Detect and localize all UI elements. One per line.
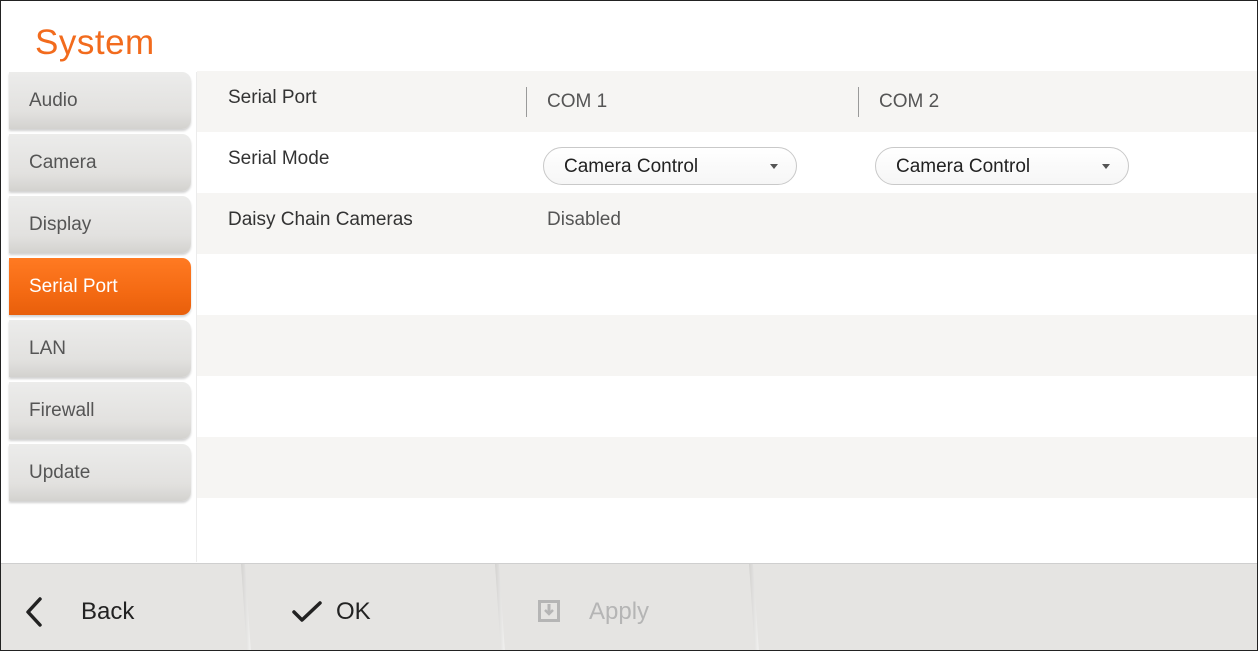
system-settings-window: System Audio Camera Display Serial Port …	[0, 0, 1258, 651]
apply-icon	[538, 600, 560, 622]
sidebar-item-serial-port[interactable]: Serial Port	[9, 258, 191, 315]
sidebar-item-label: Audio	[29, 90, 78, 111]
sidebar-item-label: Firewall	[29, 400, 95, 421]
back-button[interactable]: Back	[1, 564, 251, 650]
com1-serial-mode-value: Camera Control	[564, 156, 699, 177]
sidebar-item-label: Display	[29, 214, 92, 235]
sidebar-item-camera[interactable]: Camera	[9, 134, 191, 191]
daisy-chain-label: Daisy Chain Cameras	[228, 208, 413, 230]
sidebar-item-label: Serial Port	[29, 276, 118, 297]
header-com1: COM 1	[547, 90, 608, 112]
table-row-daisy-chain: Daisy Chain Cameras Disabled	[197, 193, 1257, 254]
serial-mode-label: Serial Mode	[228, 147, 330, 169]
ok-button[interactable]: OK	[257, 564, 505, 650]
table-row-empty	[197, 437, 1257, 498]
table-row-empty	[197, 315, 1257, 376]
com1-serial-mode-select[interactable]: Camera Control	[543, 147, 797, 185]
bottom-action-bar: Back OK Apply	[1, 563, 1257, 650]
table-row-empty	[197, 376, 1257, 437]
page-title: System	[35, 23, 155, 62]
checkmark-icon	[292, 601, 322, 623]
apply-button-label: Apply	[589, 598, 650, 625]
sidebar: Audio Camera Display Serial Port LAN Fir…	[9, 72, 191, 506]
chevron-left-icon	[25, 597, 43, 627]
sidebar-item-audio[interactable]: Audio	[9, 72, 191, 129]
table-row-empty	[197, 254, 1257, 315]
sidebar-item-label: Camera	[29, 152, 97, 173]
sidebar-item-label: LAN	[29, 338, 66, 359]
com2-serial-mode-select[interactable]: Camera Control	[875, 147, 1129, 185]
back-button-label: Back	[81, 598, 135, 625]
daisy-chain-value: Disabled	[547, 208, 621, 230]
ok-button-label: OK	[336, 598, 371, 625]
apply-button[interactable]: Apply	[511, 564, 757, 650]
dropdown-caret-icon	[770, 164, 778, 169]
sidebar-item-label: Update	[29, 462, 91, 483]
serial-port-settings-table: Serial Port COM 1 COM 2 Serial Mode Came…	[197, 71, 1257, 498]
dropdown-caret-icon	[1102, 164, 1110, 169]
sidebar-item-display[interactable]: Display	[9, 196, 191, 253]
table-row-serial-mode: Serial Mode Camera Control Camera Contro…	[197, 132, 1257, 193]
table-header-row: Serial Port COM 1 COM 2	[197, 71, 1257, 132]
column-separator	[526, 87, 527, 117]
sidebar-item-lan[interactable]: LAN	[9, 320, 191, 377]
sidebar-item-update[interactable]: Update	[9, 444, 191, 501]
header-com2: COM 2	[879, 90, 940, 112]
header-label-serial-port: Serial Port	[228, 86, 317, 108]
column-separator	[858, 87, 859, 117]
com2-serial-mode-value: Camera Control	[896, 156, 1031, 177]
sidebar-item-firewall[interactable]: Firewall	[9, 382, 191, 439]
